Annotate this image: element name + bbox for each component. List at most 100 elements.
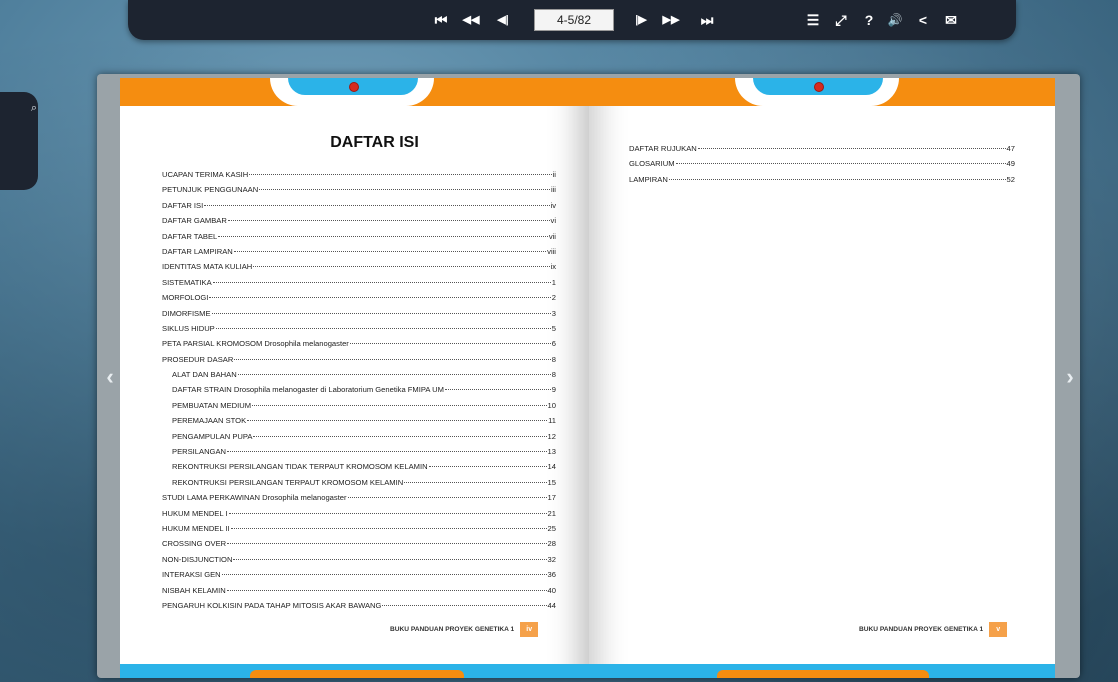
toc-leader-dots — [226, 589, 547, 591]
toc-entry[interactable]: STUDI LAMA PERKAWINAN Drosophila melanog… — [162, 493, 556, 508]
toc-entry-label: ALAT DAN BAHAN — [172, 370, 237, 380]
toc-leader-dots — [349, 343, 551, 345]
toc-entry[interactable]: DAFTAR GAMBAR vi — [162, 216, 556, 231]
email-icon[interactable]: ✉ — [938, 8, 964, 32]
fullscreen-icon[interactable]: ⤢ — [828, 8, 854, 32]
toc-entry-page: 2 — [551, 293, 556, 303]
toc-entry-label: IDENTITAS MATA KULIAH — [162, 262, 253, 272]
toc-leader-dots — [253, 435, 547, 437]
toc-entry-page: 32 — [547, 554, 556, 564]
toc-entry-label: STUDI LAMA PERKAWINAN Drosophila melanog… — [162, 493, 347, 503]
toc-entry[interactable]: PETA PARSIAL KROMOSOM Drosophila melanog… — [162, 339, 556, 354]
toc-leader-dots — [675, 163, 1006, 165]
toc-entry-label: PETA PARSIAL KROMOSOM Drosophila melanog… — [162, 339, 349, 349]
toc-entry[interactable]: REKONTRUKSI PERSILANGAN TIDAK TERPAUT KR… — [162, 462, 556, 477]
toc-entry-page: vi — [550, 216, 556, 226]
first-page-button[interactable]: ⏮ — [428, 8, 454, 32]
toc-entry-page: 36 — [547, 570, 556, 580]
toc-entry-label: DAFTAR GAMBAR — [162, 216, 227, 226]
toc-entry[interactable]: MORFOLOGI 2 — [162, 293, 556, 308]
toc-entry[interactable]: HUKUM MENDEL II 25 — [162, 524, 556, 539]
toc-entry[interactable]: DAFTAR RUJUKAN 47 — [629, 144, 1015, 159]
search-icon[interactable]: ⌕ — [28, 102, 40, 116]
toc-entry[interactable]: DIMORFISME 3 — [162, 309, 556, 324]
toc-leader-dots — [697, 148, 1006, 149]
toc-leader-dots — [253, 266, 550, 268]
page-footer: BUKU PANDUAN PROYEK GENETIKA 1 v — [859, 622, 1008, 637]
toc-entry[interactable]: UCAPAN TERIMA KASIH ii — [162, 170, 556, 185]
toc-entry-label: DAFTAR LAMPIRAN — [162, 246, 233, 256]
toc-leader-dots — [444, 389, 551, 391]
toc-entry-page: 17 — [547, 493, 556, 503]
toc-list: UCAPAN TERIMA KASIH ii PETUNJUK PENGGUNAAN… — [162, 170, 556, 616]
toc-entry[interactable]: CROSSING OVER 28 — [162, 539, 556, 554]
toc-entry[interactable]: INTERAKSI GEN 36 — [162, 570, 556, 585]
toc-entry-label: UCAPAN TERIMA KASIH — [162, 170, 249, 179]
toc-entry-page: 8 — [551, 370, 556, 380]
toc-entry-label: SISTEMATIKA — [162, 277, 212, 287]
toc-entry[interactable]: PERSILANGAN 13 — [162, 447, 556, 462]
last-page-button[interactable]: ⏭ — [694, 8, 720, 32]
help-icon[interactable]: ? — [856, 8, 882, 32]
toc-entry-label: PERSILANGAN — [172, 447, 227, 457]
toc-entry-label: LAMPIRAN — [629, 174, 668, 184]
table-of-contents-icon[interactable]: ☰ — [800, 8, 826, 32]
toc-list: DAFTAR RUJUKAN 47 GLOSARIUM 49 LAMPIRAN 52 — [629, 144, 1015, 190]
toc-entry[interactable]: PROSEDUR DASAR 8 — [162, 355, 556, 370]
toc-entry[interactable]: NON-DISJUNCTION 32 — [162, 555, 556, 570]
toc-leader-dots — [247, 420, 548, 422]
share-icon[interactable]: < — [910, 8, 936, 32]
toc-entry[interactable]: SIKLUS HIDUP 5 — [162, 324, 556, 339]
toc-entry[interactable]: PENGARUH KOLKISIN PADA TAHAP MITOSIS AKA… — [162, 601, 556, 616]
toc-entry-page: ix — [550, 262, 556, 272]
toc-entry[interactable]: HUKUM MENDEL I 21 — [162, 509, 556, 524]
toc-entry[interactable]: ALAT DAN BAHAN 8 — [162, 370, 556, 385]
previous-page-arrow-icon[interactable]: ‹ — [103, 366, 117, 390]
previous-page-button[interactable]: ◀| — [490, 8, 516, 32]
toc-entry[interactable]: GLOSARIUM 49 — [629, 159, 1015, 174]
toc-entry[interactable]: PETUNJUK PENGGUNAAN iii — [162, 185, 556, 200]
previous-fast-button[interactable]: ◀◀ — [458, 8, 484, 32]
toc-entry-label: SIKLUS HIDUP — [162, 323, 215, 333]
next-fast-button[interactable]: ▶▶ — [658, 8, 684, 32]
toc-entry-page: 9 — [551, 385, 556, 395]
toc-entry[interactable]: NISBAH KELAMIN 40 — [162, 586, 556, 601]
page-footer: BUKU PANDUAN PROYEK GENETIKA 1 iv — [390, 622, 539, 637]
toc-entry[interactable]: PENGAMPULAN PUPA 12 — [162, 432, 556, 447]
toc-entry-page: iii — [550, 185, 556, 195]
toc-entry[interactable]: DAFTAR ISI iv — [162, 201, 556, 216]
toc-entry-page: 47 — [1006, 144, 1015, 153]
toc-leader-dots — [215, 327, 551, 329]
toc-entry[interactable]: PEMBUATAN MEDIUM 10 — [162, 401, 556, 416]
toc-entry[interactable]: LAMPIRAN 52 — [629, 175, 1015, 190]
toc-leader-dots — [249, 174, 552, 175]
header-dot — [349, 82, 359, 92]
next-page-button[interactable]: |▶ — [628, 8, 654, 32]
toc-entry[interactable]: SISTEMATIKA 1 — [162, 278, 556, 293]
toc-entry[interactable]: PEREMAJAAN STOK 11 — [162, 416, 556, 431]
right-page[interactable]: DAFTAR RUJUKAN 47 GLOSARIUM 49 LAMPIRAN 52 BU… — [589, 78, 1055, 678]
toc-entry[interactable]: IDENTITAS MATA KULIAH ix — [162, 262, 556, 277]
left-page[interactable]: DAFTAR ISI UCAPAN TERIMA KASIH ii PETUNJUK… — [120, 78, 589, 678]
toc-entry-label: NISBAH KELAMIN — [162, 585, 226, 595]
toc-entry-page: 28 — [547, 539, 556, 549]
toc-leader-dots — [252, 404, 547, 406]
toc-entry-label: INTERAKSI GEN — [162, 570, 221, 580]
toc-entry[interactable]: DAFTAR STRAIN Drosophila melanogaster di… — [162, 385, 556, 400]
toc-entry[interactable]: DAFTAR TABEL vii — [162, 232, 556, 247]
footer-text: BUKU PANDUAN PROYEK GENETIKA 1 — [859, 626, 984, 633]
toc-entry-page: 49 — [1006, 159, 1015, 169]
toc-entry-label: DAFTAR RUJUKAN — [629, 144, 697, 153]
page-number-input[interactable] — [534, 9, 614, 31]
toc-entry-label: DAFTAR ISI — [162, 200, 204, 210]
toc-entry-label: DAFTAR STRAIN Drosophila melanogaster di… — [172, 385, 444, 395]
toc-entry-page: viii — [547, 246, 556, 256]
toc-entry[interactable]: DAFTAR LAMPIRAN viii — [162, 247, 556, 262]
toc-leader-dots — [227, 543, 547, 545]
next-page-arrow-icon[interactable]: › — [1063, 366, 1077, 390]
sound-icon[interactable]: 🔊 — [882, 8, 908, 32]
toc-entry[interactable]: REKONTRUKSI PERSILANGAN TERPAUT KROMOSOM… — [162, 478, 556, 493]
toc-entry-label: GLOSARIUM — [629, 159, 675, 169]
toc-entry-label: REKONTRUKSI PERSILANGAN TIDAK TERPAUT KR… — [172, 462, 428, 472]
toc-entry-page: vii — [548, 231, 556, 241]
